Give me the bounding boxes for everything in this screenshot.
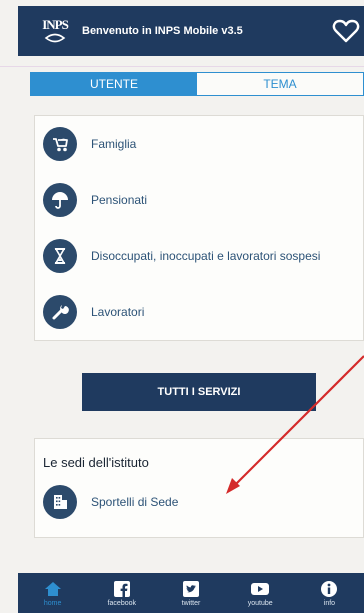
menu-item-famiglia[interactable]: Famiglia <box>43 124 136 164</box>
stroller-icon <box>43 127 77 161</box>
youtube-icon <box>251 582 270 595</box>
nav-twitter[interactable]: twitter <box>156 573 225 613</box>
nav-home[interactable]: home <box>18 573 87 613</box>
umbrella-icon <box>43 183 77 217</box>
logo-emblem-icon <box>44 33 66 43</box>
sedi-item-label: Sportelli di Sede <box>91 495 179 509</box>
menu-item-lavoratori[interactable]: Lavoratori <box>43 292 144 332</box>
heart-icon[interactable] <box>332 17 360 45</box>
hourglass-icon <box>43 239 77 273</box>
bottom-nav-bar: home facebook twitter youtube info <box>18 573 364 613</box>
logo-text: INPS <box>42 17 69 32</box>
nav-label: facebook <box>107 599 137 607</box>
sedi-card: Le sedi dell'istituto Sportelli di Sede <box>34 438 364 538</box>
nav-label: twitter <box>181 599 201 607</box>
app-header: INPS Benvenuto in INPS Mobile v3.5 <box>18 6 364 56</box>
home-icon <box>44 581 61 596</box>
menu-item-pensionati[interactable]: Pensionati <box>43 180 147 220</box>
menu-card: Famiglia Pensionati Disoccupati, inoccup… <box>34 115 364 341</box>
menu-label: Lavoratori <box>91 305 145 319</box>
tab-utente[interactable]: UTENTE <box>31 73 197 95</box>
sedi-title: Le sedi dell'istituto <box>43 455 149 470</box>
twitter-icon <box>183 580 199 597</box>
nav-label: info <box>323 599 336 607</box>
info-icon <box>321 580 338 597</box>
header-title: Benvenuto in INPS Mobile v3.5 <box>82 25 243 37</box>
nav-info[interactable]: info <box>295 573 364 613</box>
tab-bar: UTENTE TEMA <box>30 72 364 96</box>
nav-label: home <box>43 599 62 607</box>
nav-facebook[interactable]: facebook <box>87 573 156 613</box>
inps-logo: INPS <box>38 13 72 49</box>
facebook-icon <box>113 580 130 597</box>
sportelli-di-sede-item[interactable]: Sportelli di Sede <box>43 485 178 519</box>
nav-label: youtube <box>247 599 273 607</box>
building-icon <box>43 485 77 519</box>
menu-label: Famiglia <box>91 137 137 151</box>
tab-tema[interactable]: TEMA <box>197 73 363 95</box>
menu-label: Pensionati <box>91 193 148 207</box>
menu-label: Disoccupati, inoccupati e lavoratori sos… <box>91 249 321 263</box>
all-services-button[interactable]: TUTTI I SERVIZI <box>82 373 316 411</box>
wrench-icon <box>43 295 77 329</box>
nav-youtube[interactable]: youtube <box>226 573 295 613</box>
divider-line <box>0 66 364 67</box>
menu-item-disoccupati[interactable]: Disoccupati, inoccupati e lavoratori sos… <box>43 236 320 276</box>
